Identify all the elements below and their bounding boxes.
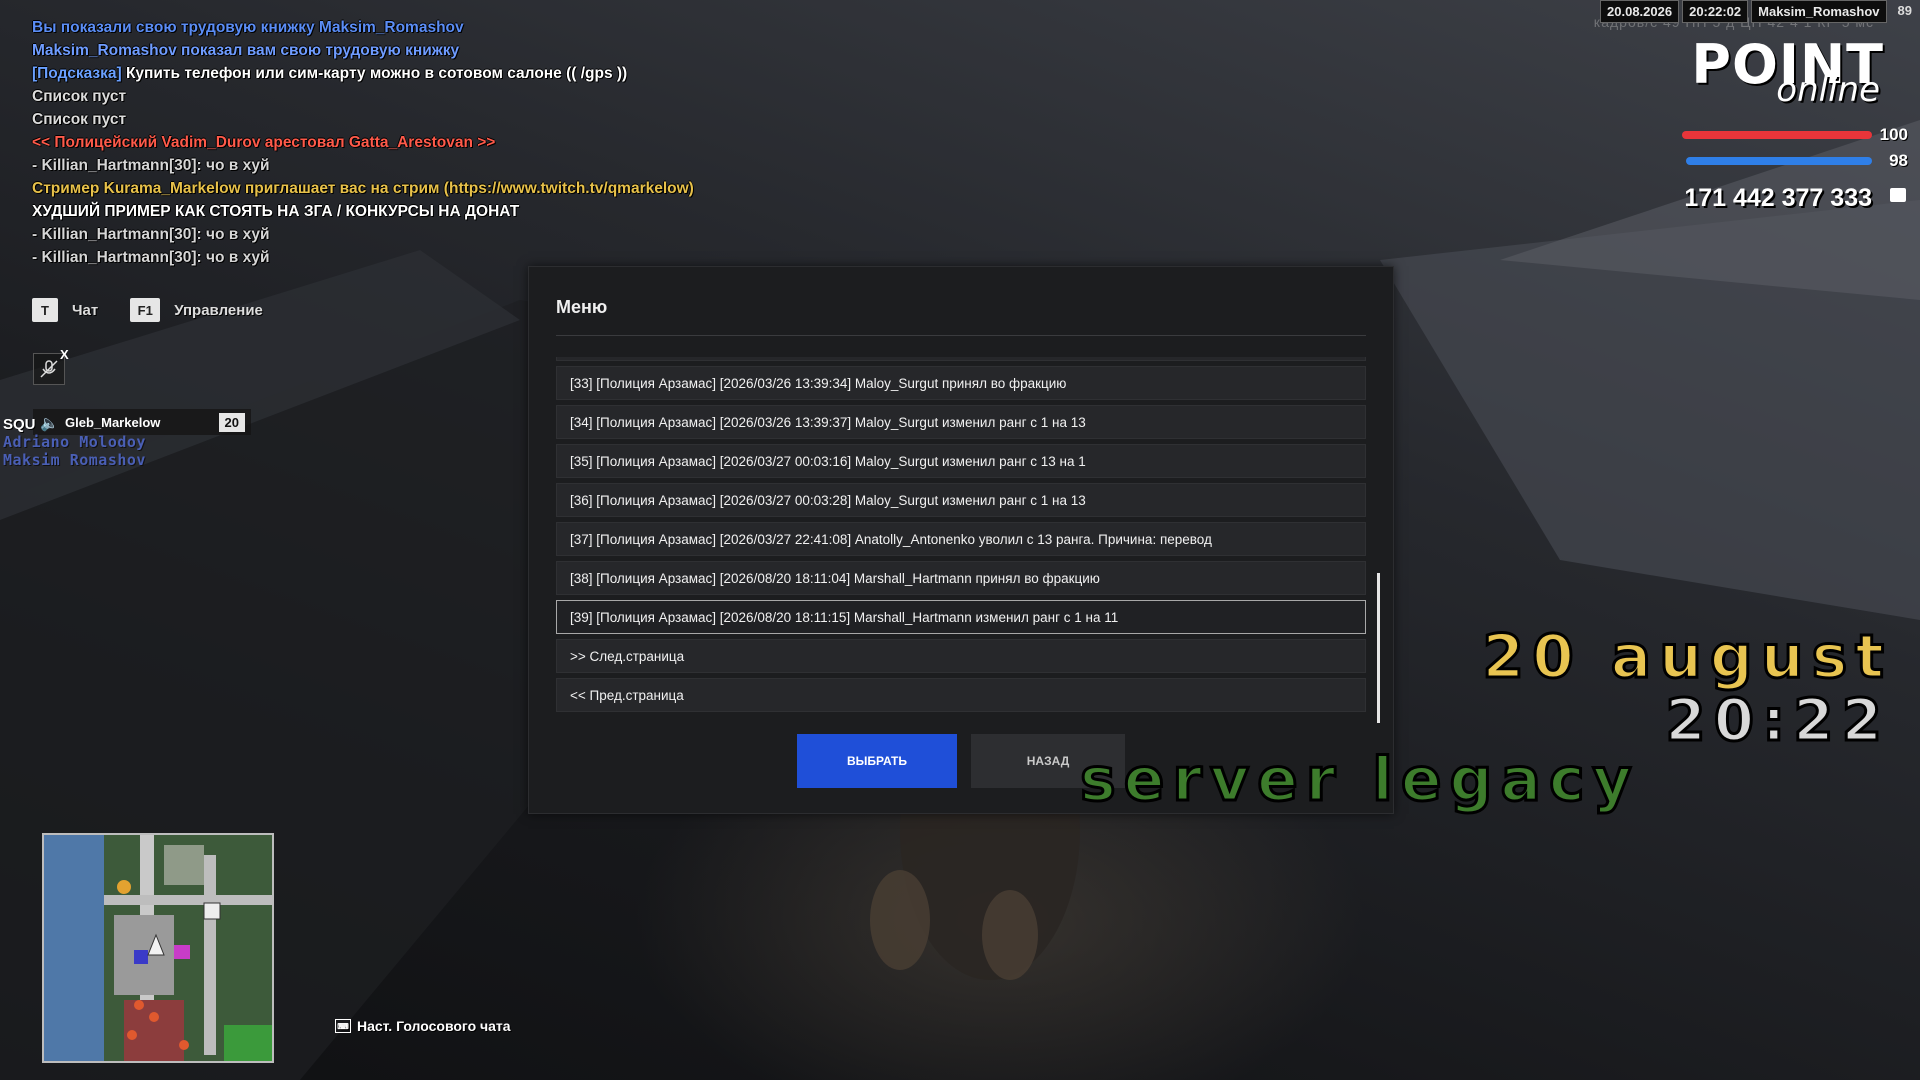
chat-line: Стример Kurama_Markelow приглашает вас н… <box>32 180 694 197</box>
menu-item[interactable]: [34] [Полиция Арзамас] [2026/03/26 13:39… <box>556 405 1366 439</box>
squad-player-level: 20 <box>218 412 245 432</box>
health-value: 100 <box>1879 125 1908 144</box>
menu-scrollbar[interactable] <box>1377 573 1380 723</box>
chat-line: ХУДШИЙ ПРИМЕР КАК СТОЯТЬ НА ЗГА / КОНКУР… <box>32 203 520 220</box>
next-page-item[interactable]: >> След.страница <box>556 639 1366 673</box>
chat-line: << Полицейский Vadim_Durov арестовал Gat… <box>32 134 496 151</box>
top-info-bar: 20.08.2026 20:22:02 Maksim_Romashov 89 <box>1600 0 1920 23</box>
keyboard-icon: ⌨ <box>335 1019 351 1033</box>
money-display: 171 442 377 333 <box>1684 184 1872 212</box>
menu-item-selected[interactable]: [39] [Полиция Арзамас] [2026/08/20 18:11… <box>556 600 1366 634</box>
menu-list[interactable]: [33] [Полиция Арзамас] [2026/03/26 13:39… <box>556 357 1366 731</box>
chat-key[interactable]: T <box>32 298 58 322</box>
ping-display: 89 <box>1897 3 1912 18</box>
menu-title: Меню <box>556 297 608 317</box>
wallet-icon <box>1890 188 1906 202</box>
menu-item[interactable]: [37] [Полиция Арзамас] [2026/03/27 22:41… <box>556 522 1366 556</box>
menu-item[interactable]: [38] [Полиция Арзамас] [2026/08/20 18:11… <box>556 561 1366 595</box>
squad-member: Adriano Molodoy <box>3 433 146 451</box>
squad-label: SQU <box>3 416 36 433</box>
overlay-date: 20 august <box>1481 621 1892 694</box>
server-logo-sub: online <box>1776 70 1880 110</box>
nickname-display: Maksim_Romashov <box>1751 0 1887 23</box>
control-key-label: Управление <box>174 301 263 319</box>
chat-line: [Подсказка] Купить телефон или сим-карту… <box>32 62 752 85</box>
chat-line: Список пуст <box>32 88 127 105</box>
date-display: 20.08.2026 <box>1600 0 1680 23</box>
speaker-icon: 🔈 <box>40 415 59 432</box>
chat-line: Maksim_Romashov показал вам свою трудову… <box>32 42 460 59</box>
chat-key-label: Чат <box>72 301 99 319</box>
time-display: 20:22:02 <box>1682 0 1749 23</box>
menu-item[interactable]: [36] [Полиция Арзамас] [2026/03/27 00:03… <box>556 483 1366 517</box>
hotkey-hints: T Чат F1 Управление <box>32 298 295 322</box>
control-key[interactable]: F1 <box>130 298 161 322</box>
squad-player-badge: Gleb_Markelow 20 <box>33 409 251 435</box>
menu-item[interactable]: [35] [Полиция Арзамас] [2026/03/27 00:03… <box>556 444 1366 478</box>
chat-line: Вы показали свою трудовую книжку Maksim_… <box>32 19 464 36</box>
chat-line: Список пуст <box>32 111 127 128</box>
voice-chat-label: Наст. Голосового чата <box>357 1018 511 1034</box>
overlay-server-name: server legacy <box>1079 744 1640 817</box>
chat-log: Вы показали свою трудовую книжку Maksim_… <box>32 19 752 269</box>
select-button[interactable]: ВЫБРАТЬ <box>797 734 957 788</box>
menu-dialog: Меню [33] [Полиция Арзамас] [2026/03/26 … <box>528 266 1394 814</box>
overlay-time: 20:22 <box>1664 685 1890 756</box>
voice-chat-settings[interactable]: ⌨ Наст. Голосового чата <box>335 1018 511 1034</box>
chat-line: - Killian_Hartmann[30]: чо в хуй <box>32 157 270 174</box>
menu-divider <box>556 335 1366 336</box>
armor-bar <box>1686 157 1872 165</box>
menu-item[interactable] <box>556 357 1366 361</box>
squad-member: Maksim Romashov <box>3 451 146 469</box>
armor-value: 98 <box>1889 151 1908 170</box>
mic-close-icon[interactable]: X <box>60 347 69 362</box>
squad-player-name: Gleb_Markelow <box>65 414 161 430</box>
chat-line: - Killian_Hartmann[30]: чо в хуй <box>32 226 270 243</box>
prev-page-item[interactable]: << Пред.страница <box>556 678 1366 712</box>
minimap-render <box>44 835 272 1061</box>
hint-tag: [Подсказка] <box>32 65 122 82</box>
menu-item[interactable]: [33] [Полиция Арзамас] [2026/03/26 13:39… <box>556 366 1366 400</box>
health-bar <box>1682 131 1872 139</box>
hint-text: Купить телефон или сим-карту можно в сот… <box>121 65 628 82</box>
minimap[interactable] <box>42 833 274 1063</box>
